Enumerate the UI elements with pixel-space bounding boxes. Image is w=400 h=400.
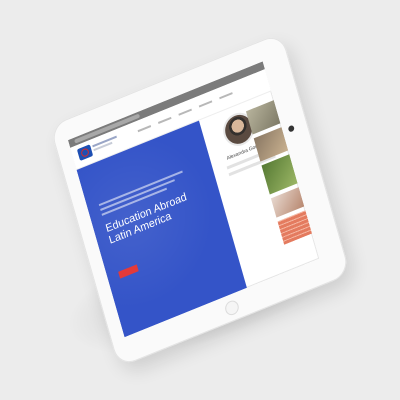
- logo-mark: [80, 147, 90, 158]
- hero-title: Education Abroad Latin America: [104, 191, 191, 247]
- hero-cta-button[interactable]: [118, 264, 139, 279]
- camera-icon: [287, 124, 295, 133]
- nav-item[interactable]: [178, 108, 192, 116]
- nav-item[interactable]: [198, 100, 213, 108]
- nav-item[interactable]: [219, 92, 233, 100]
- nav-item[interactable]: [137, 125, 152, 133]
- mockup-scene: Education Abroad Latin America Alexandra…: [0, 0, 400, 400]
- gallery-thumbnail[interactable]: [277, 210, 313, 245]
- nav-item[interactable]: [157, 116, 172, 124]
- logo-icon[interactable]: [76, 144, 94, 162]
- home-button-icon[interactable]: [223, 298, 241, 318]
- tablet-screen: Education Abroad Latin America Alexandra…: [67, 61, 320, 338]
